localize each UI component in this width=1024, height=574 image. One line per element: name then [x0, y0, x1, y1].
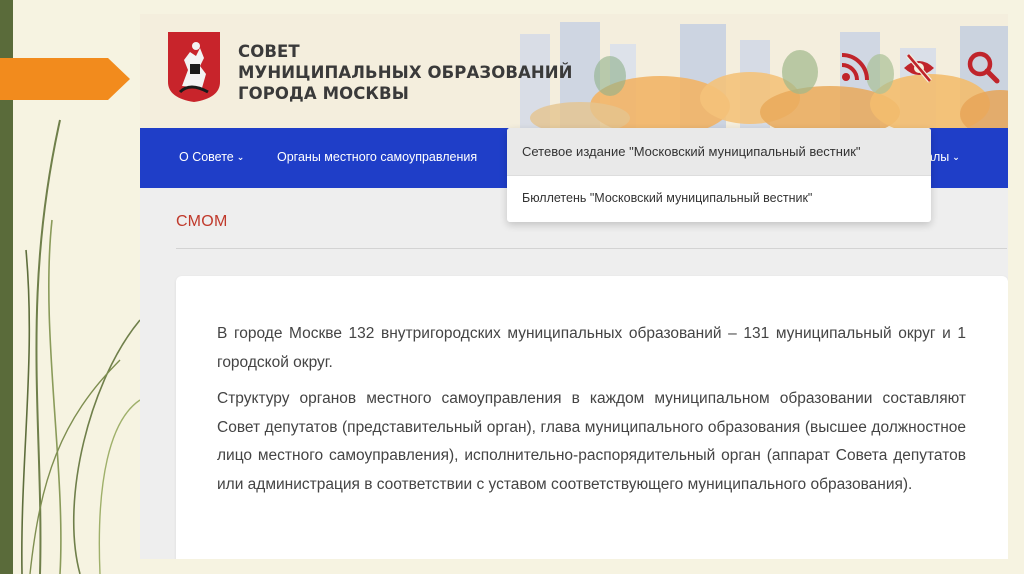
nav-item-about[interactable]: О Совете ⌄ — [179, 150, 244, 164]
dropdown-divider — [507, 175, 931, 176]
paragraph-structure: Структуру органов местного самоуправлени… — [217, 390, 966, 493]
site-title[interactable]: СОВЕТ МУНИЦИПАЛЬНЫХ ОБРАЗОВАНИЙ ГОРОДА М… — [238, 41, 573, 104]
nav-item-materials[interactable]: алы ⌄ — [926, 150, 960, 164]
nav-item-about-label: О Совете — [179, 150, 234, 164]
eye-slash-icon[interactable] — [902, 50, 936, 84]
page-heading: СМОМ — [176, 213, 228, 230]
dropdown-item-network-edition[interactable]: Сетевое издание "Московский муниципальны… — [507, 128, 931, 175]
chevron-down-icon: ⌄ — [952, 151, 960, 162]
rss-icon[interactable] — [838, 50, 872, 84]
search-icon[interactable] — [966, 50, 1000, 84]
site-title-line-1: СОВЕТ — [238, 42, 300, 61]
site-title-line-3: ГОРОДА МОСКВЫ — [238, 84, 409, 103]
heading-divider — [176, 248, 1007, 249]
dropdown-item-bulletin[interactable]: Бюллетень "Московский муниципальный вест… — [507, 178, 931, 218]
moscow-coat-of-arms-logo — [168, 32, 220, 102]
nav-dropdown-menu: Сетевое издание "Московский муниципальны… — [507, 128, 931, 222]
nav-item-organs-label: Органы местного самоуправления — [277, 150, 478, 164]
paragraph-municipalities-count: В городе Москве 132 внутригородских муни… — [217, 325, 966, 371]
website-screenshot: СОВЕТ МУНИЦИПАЛЬНЫХ ОБРАЗОВАНИЙ ГОРОДА М… — [140, 14, 1008, 559]
site-title-line-2: МУНИЦИПАЛЬНЫХ ОБРАЗОВАНИЙ — [238, 63, 573, 82]
orange-arrow-tab — [0, 58, 130, 100]
nav-item-organs[interactable]: Органы местного самоуправления — [277, 150, 477, 164]
chevron-down-icon: ⌄ — [236, 151, 245, 162]
header-icons — [838, 50, 1000, 84]
site-header: СОВЕТ МУНИЦИПАЛЬНЫХ ОБРАЗОВАНИЙ ГОРОДА М… — [140, 14, 1008, 128]
